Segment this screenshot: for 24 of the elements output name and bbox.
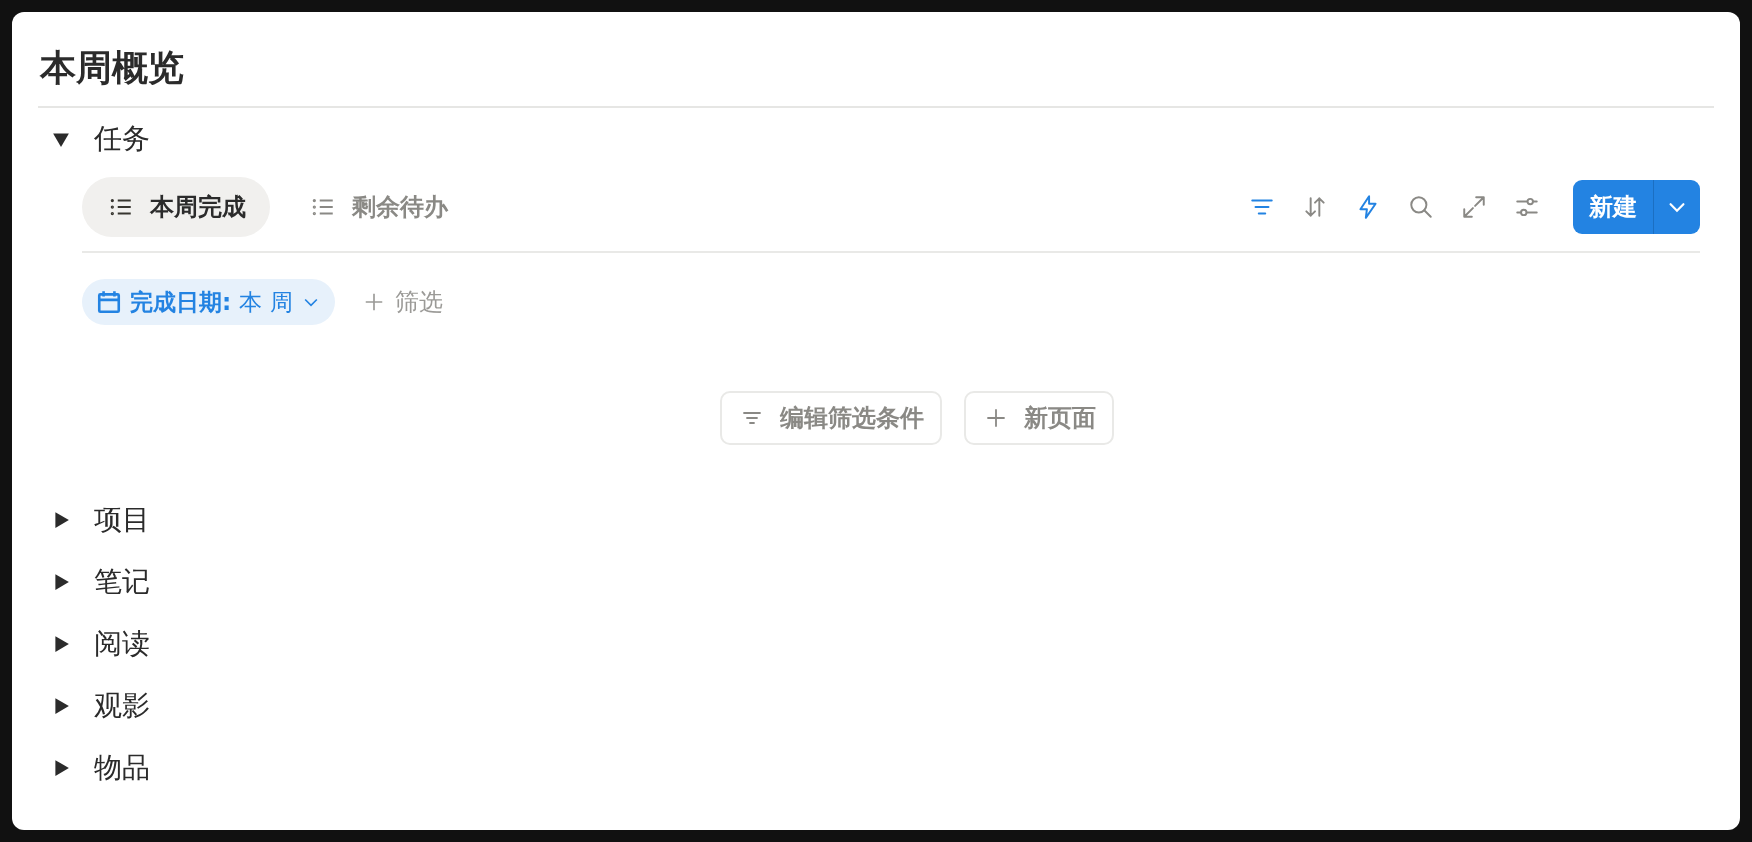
calendar-icon (96, 289, 122, 315)
triangle-icon (52, 759, 70, 777)
new-button[interactable]: 新建 (1573, 180, 1653, 234)
section-toggle[interactable]: 阅读 (38, 613, 1714, 675)
view-tab[interactable]: 剩余待办 (284, 177, 472, 237)
search-icon[interactable] (1408, 194, 1434, 220)
sort-icon[interactable] (1302, 194, 1328, 220)
section-toggle[interactable]: 项目 (38, 489, 1714, 551)
new-dropdown-button[interactable] (1653, 180, 1700, 234)
section-toggle[interactable]: 观影 (38, 675, 1714, 737)
section-toggle[interactable]: 物品 (38, 737, 1714, 799)
triangle-icon (52, 635, 70, 653)
section-toggle[interactable]: 任务 (38, 108, 1714, 170)
plus-icon (984, 406, 1008, 430)
section-toggle[interactable]: 笔记 (38, 551, 1714, 613)
triangle-icon (52, 697, 70, 715)
new-page-button[interactable]: 新页面 (964, 391, 1114, 445)
edit-filter-button[interactable]: 编辑筛选条件 (720, 391, 942, 445)
triangle-icon (52, 573, 70, 591)
page-title: 本周概览 (38, 46, 185, 90)
expand-icon[interactable] (1461, 194, 1487, 220)
view-tab[interactable]: 本周完成 (82, 177, 270, 237)
triangle-icon (52, 511, 70, 529)
triangle-icon (52, 130, 70, 148)
